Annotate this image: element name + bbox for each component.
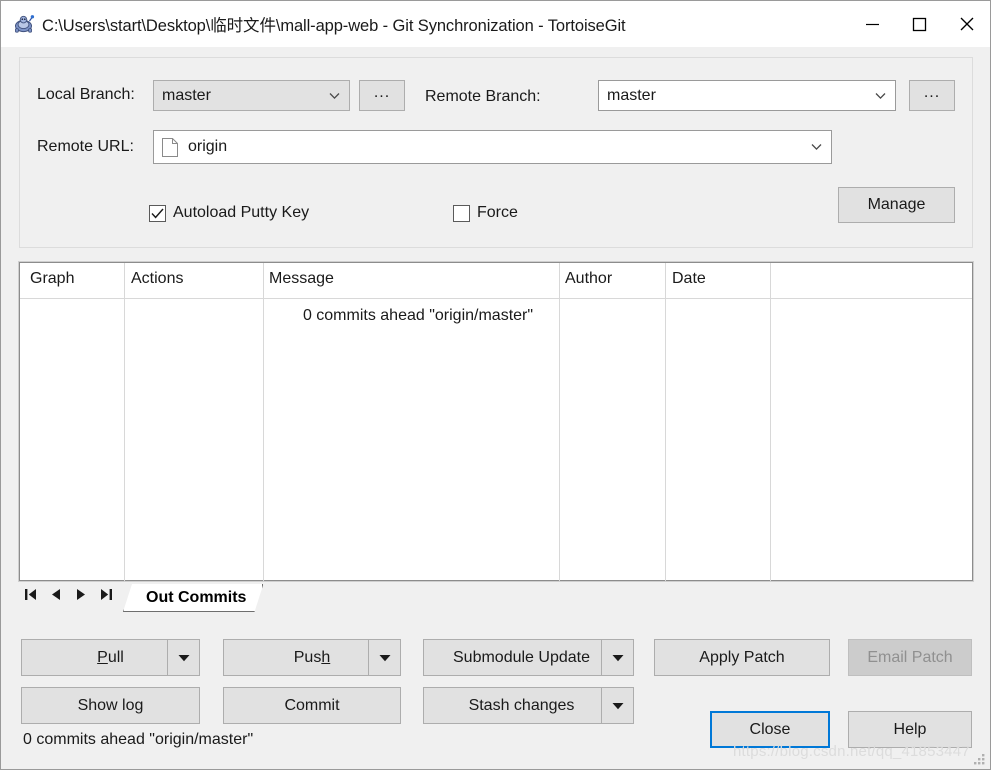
autoload-putty-key-label: Autoload Putty Key xyxy=(173,204,310,221)
local-branch-label: Local Branch: xyxy=(37,86,135,103)
email-patch-button: Email Patch xyxy=(848,639,972,676)
submodule-update-label: Submodule Update xyxy=(453,648,590,666)
checkbox-box xyxy=(453,204,470,222)
push-dropdown-arrow[interactable] xyxy=(368,640,400,675)
show-log-button[interactable]: Show log xyxy=(21,687,200,724)
autoload-putty-key-checkbox[interactable]: Autoload Putty Key xyxy=(149,204,309,222)
minimize-button[interactable] xyxy=(849,1,896,47)
chevron-down-icon xyxy=(811,144,822,151)
chevron-down-icon xyxy=(875,92,886,99)
tab-strip: Out Commits xyxy=(19,584,973,614)
submodule-update-button[interactable]: Submodule Update xyxy=(423,639,634,676)
push-button[interactable]: Push xyxy=(223,639,401,676)
pull-button-label: Pull xyxy=(97,648,124,666)
out-commits-list[interactable]: Graph Actions Message Author Date 0 comm… xyxy=(18,261,974,582)
sync-dialog-window: C:\Users\start\Desktop\临时文件\mall-app-web… xyxy=(0,0,991,770)
list-column-headers: Graph Actions Message Author Date xyxy=(20,263,972,581)
column-header-message[interactable]: Message xyxy=(269,270,334,288)
column-header-actions[interactable]: Actions xyxy=(131,270,183,288)
last-commit-button[interactable] xyxy=(99,586,113,602)
apply-patch-button[interactable]: Apply Patch xyxy=(654,639,830,676)
empty-list-message: 0 commits ahead "origin/master" xyxy=(20,307,972,325)
check-icon xyxy=(151,208,164,218)
pull-button[interactable]: Pull xyxy=(21,639,200,676)
chevron-down-icon xyxy=(178,654,189,661)
remote-url-label: Remote URL: xyxy=(37,138,134,155)
chevron-down-icon xyxy=(379,654,390,661)
window-title: C:\Users\start\Desktop\临时文件\mall-app-web… xyxy=(42,17,626,35)
remote-url-combo[interactable]: origin xyxy=(153,130,832,164)
stash-changes-button[interactable]: Stash changes xyxy=(423,687,634,724)
column-header-author[interactable]: Author xyxy=(565,270,612,288)
tortoisegit-turtle-icon xyxy=(15,15,35,33)
submodule-update-dropdown-arrow[interactable] xyxy=(601,640,633,675)
watermark-text: https://blog.csdn.net/qq_41853447 xyxy=(733,743,970,760)
force-checkbox[interactable]: Force xyxy=(453,204,518,222)
chevron-down-icon xyxy=(329,92,340,99)
checkbox-box xyxy=(149,204,166,222)
local-branch-combo[interactable]: master xyxy=(153,80,350,111)
empty-list-message-text: 0 commits ahead "origin/master" xyxy=(302,307,534,324)
stash-changes-dropdown-arrow[interactable] xyxy=(601,688,633,723)
commit-button[interactable]: Commit xyxy=(223,687,401,724)
manage-remotes-button[interactable]: Manage xyxy=(838,187,955,223)
remote-url-value: origin xyxy=(188,138,228,155)
local-branch-browse-button[interactable]: ... xyxy=(359,80,405,111)
chevron-down-icon xyxy=(612,702,623,709)
pull-dropdown-arrow[interactable] xyxy=(167,640,199,675)
remote-branch-label: Remote Branch: xyxy=(425,88,541,105)
remote-branch-value: master xyxy=(607,86,656,104)
list-navigation-buttons xyxy=(24,586,113,602)
sync-settings-panel: Local Branch: master ... Remote Branch: … xyxy=(19,57,973,248)
force-label: Force xyxy=(477,204,518,221)
chevron-down-icon xyxy=(612,654,623,661)
push-button-label: Push xyxy=(293,648,331,666)
maximize-button[interactable] xyxy=(896,1,943,47)
local-branch-value: master xyxy=(162,86,211,104)
title-bar: C:\Users\start\Desktop\临时文件\mall-app-web… xyxy=(1,1,990,47)
status-bar-text: 0 commits ahead "origin/master" xyxy=(23,731,254,748)
previous-commit-button[interactable] xyxy=(49,586,63,602)
close-window-button[interactable] xyxy=(943,1,990,47)
remote-branch-combo[interactable]: master xyxy=(598,80,896,111)
window-controls xyxy=(849,1,990,47)
first-commit-button[interactable] xyxy=(24,586,38,602)
resize-grip[interactable] xyxy=(973,753,986,766)
tab-out-commits[interactable]: Out Commits xyxy=(123,584,263,612)
document-icon xyxy=(162,137,178,157)
column-header-graph[interactable]: Graph xyxy=(30,270,74,288)
column-header-date[interactable]: Date xyxy=(672,270,706,288)
remote-branch-browse-button[interactable]: ... xyxy=(909,80,955,111)
stash-changes-label: Stash changes xyxy=(468,696,575,714)
next-commit-button[interactable] xyxy=(74,586,88,602)
